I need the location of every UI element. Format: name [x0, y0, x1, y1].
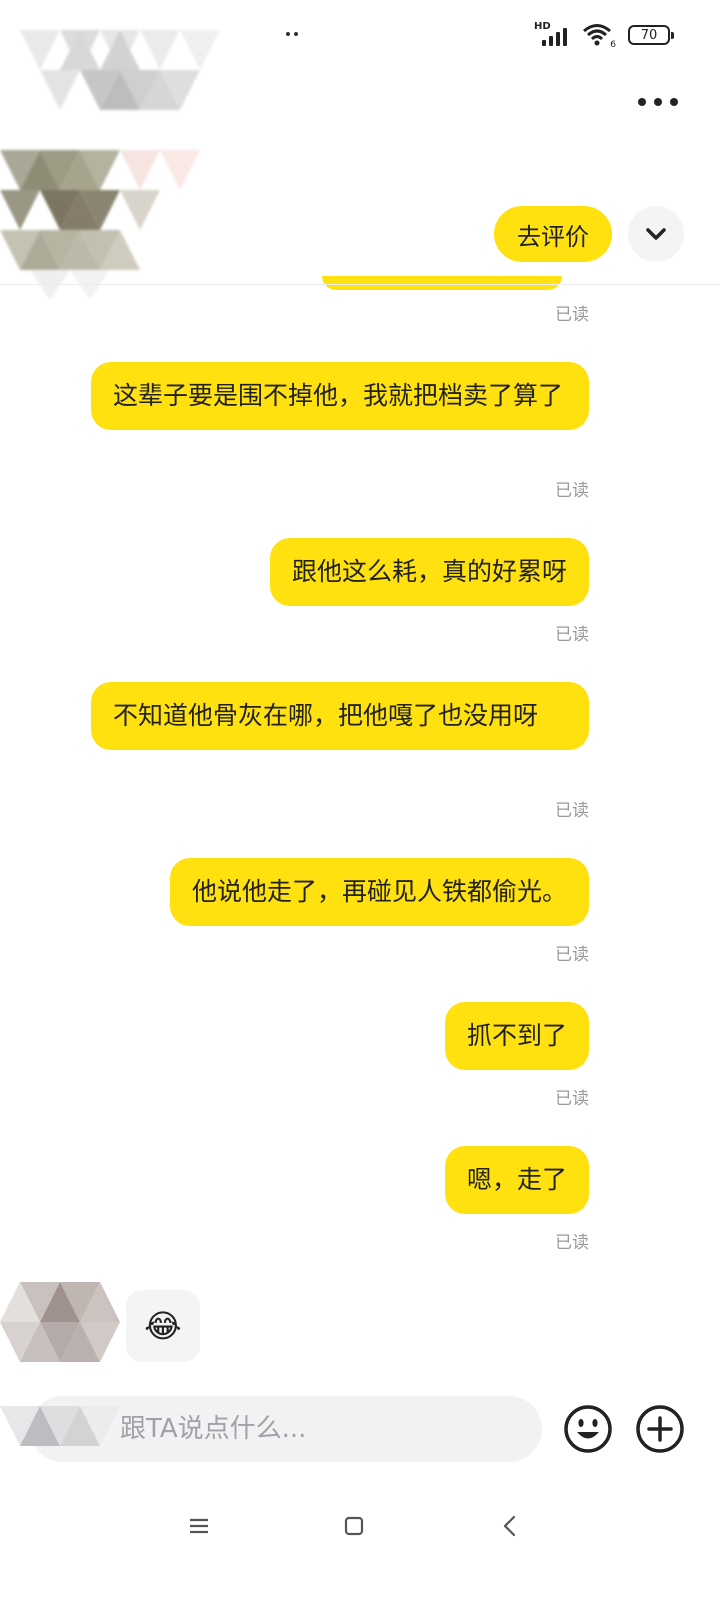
read-status: 已读	[555, 625, 589, 645]
message-bubble[interactable]: 抓不到了	[444, 1002, 589, 1070]
message-bubble[interactable]: 不知道他骨灰在哪，把他嘎了也没用呀	[91, 682, 589, 750]
battery-level: 70	[640, 27, 658, 43]
chevron-left-icon	[503, 1515, 516, 1537]
more-options-button[interactable]	[638, 92, 682, 112]
smiley-icon	[564, 1405, 612, 1453]
home-button[interactable]	[344, 1516, 364, 1536]
message-bubble[interactable]: 这辈子要是围不掉他，我就把档卖了算了	[91, 362, 589, 430]
wifi-icon: 6	[582, 22, 616, 50]
read-status: 已读	[555, 945, 589, 965]
menu-icon	[190, 1518, 208, 1534]
contact-header-blurred	[0, 0, 300, 300]
read-status: 已读	[555, 801, 589, 821]
laughing-emoji: 😂	[144, 1307, 182, 1345]
incoming-message-bubble[interactable]: 😂	[126, 1290, 200, 1362]
recents-button[interactable]	[188, 1516, 210, 1536]
collapse-button[interactable]	[628, 206, 684, 262]
message-bubble[interactable]: 嗯，走了	[444, 1146, 589, 1214]
read-status: 已读	[555, 481, 589, 501]
read-status: 已读	[555, 305, 589, 325]
battery-icon: 70	[628, 25, 674, 45]
header-divider	[0, 284, 720, 285]
back-button[interactable]	[500, 1514, 520, 1538]
status-icons: HD 6 70	[534, 22, 674, 50]
more-actions-button[interactable]	[634, 1403, 686, 1455]
read-status: 已读	[555, 1233, 589, 1253]
message-bubble[interactable]: 跟他这么耗，真的好累呀	[269, 538, 589, 606]
signal-icon: HD	[534, 22, 570, 48]
more-horizontal-icon	[638, 98, 646, 106]
contact-avatar-blurred[interactable]	[0, 1282, 140, 1366]
wifi-label: 6	[610, 40, 616, 50]
square-icon	[344, 1516, 364, 1536]
plus-circle-icon	[636, 1405, 684, 1453]
emoji-button[interactable]	[562, 1403, 614, 1455]
system-nav-bar	[0, 1500, 720, 1550]
review-button[interactable]: 去评价	[494, 206, 612, 262]
read-status: 已读	[555, 1089, 589, 1109]
message-bubble[interactable]: 他说他走了，再碰见人铁都偷光。	[169, 858, 589, 926]
input-left-blurred	[0, 1400, 130, 1450]
chevron-down-icon	[646, 228, 666, 240]
previous-message-bubble-partial	[322, 276, 562, 290]
